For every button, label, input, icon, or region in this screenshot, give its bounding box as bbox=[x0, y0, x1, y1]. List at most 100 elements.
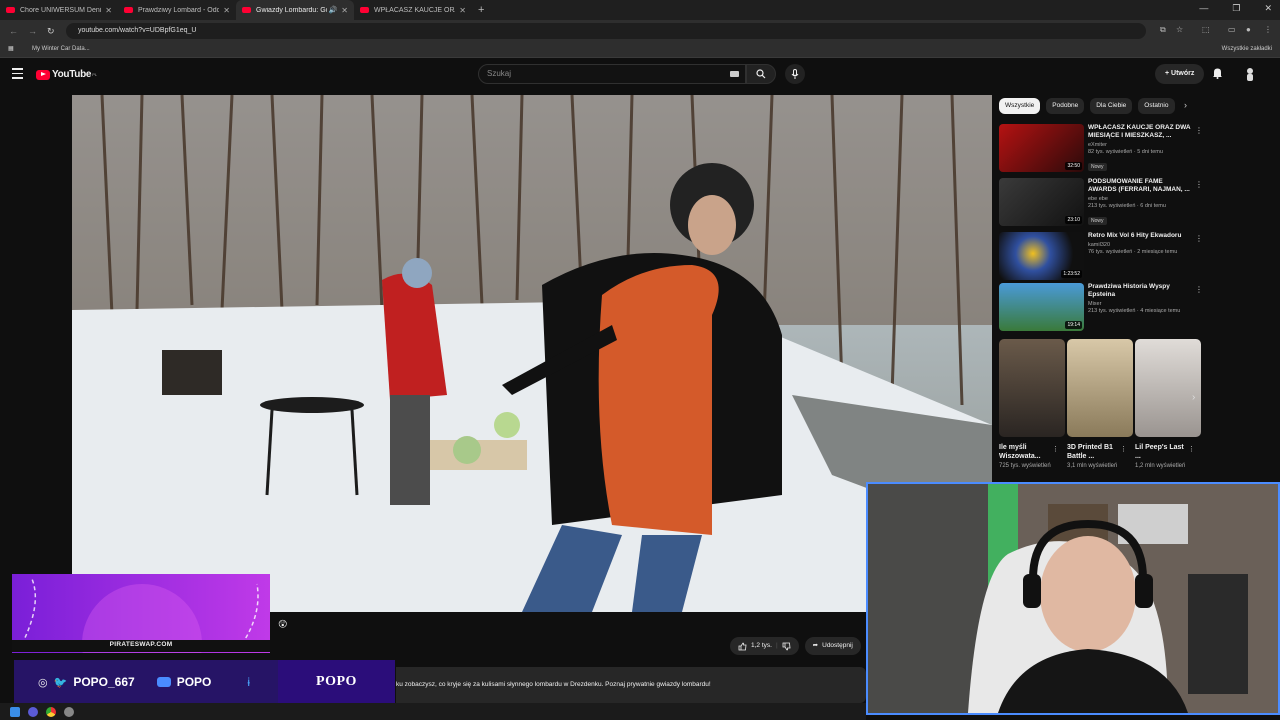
minimize-icon[interactable]: — bbox=[1199, 3, 1208, 14]
create-button[interactable]: + Utwórz bbox=[1155, 64, 1205, 84]
more-options-icon[interactable]: ⋮ bbox=[1195, 126, 1203, 135]
chip-related[interactable]: Podobne bbox=[1046, 98, 1085, 114]
channel-name[interactable]: kamil320 bbox=[1088, 242, 1192, 248]
new-badge: Nowy bbox=[1088, 217, 1107, 225]
profile-icon[interactable]: ● bbox=[1246, 25, 1251, 34]
recommendation-item[interactable]: 1:23:52 Retro Mix Vol 6 Hity Ekwadoru ka… bbox=[999, 232, 1209, 282]
channel-name[interactable]: Mixer bbox=[1088, 301, 1192, 307]
chip-all[interactable]: Wszystkie bbox=[999, 98, 1041, 114]
short-title[interactable]: Ile myśli Wiszowata... bbox=[999, 443, 1053, 461]
video-description[interactable]: ku zobaczysz, co kryje się za kulisami s… bbox=[396, 667, 866, 703]
youtube-favicon-icon bbox=[6, 7, 15, 13]
youtube-play-icon bbox=[36, 69, 50, 80]
short-title[interactable]: 3D Printed B1 Battle ... bbox=[1067, 443, 1121, 461]
share-button[interactable]: ➦ Udostępnij bbox=[804, 637, 861, 655]
brand-name: POPO bbox=[278, 660, 395, 704]
video-thumbnail[interactable]: 1:23:52 bbox=[999, 232, 1084, 280]
browser-tab[interactable]: WPŁACASZ KAUCJE ORAZ DWA✕ bbox=[354, 0, 472, 20]
sidebar-icon[interactable]: ▭ bbox=[1228, 25, 1236, 34]
microphone-icon bbox=[791, 69, 799, 79]
windows-start-icon[interactable] bbox=[10, 706, 20, 717]
more-options-icon[interactable]: ⋮ bbox=[1188, 445, 1195, 453]
video-stats: 213 tys. wyświetleń · 4 miesiące temu bbox=[1088, 308, 1181, 314]
back-icon[interactable]: ← bbox=[9, 26, 19, 36]
speaker-icon[interactable]: 🔊 bbox=[329, 6, 338, 14]
close-tab-icon[interactable]: ✕ bbox=[341, 6, 348, 15]
bookmark-item[interactable]: My Winter Car Data... bbox=[32, 46, 90, 52]
recommendation-item[interactable]: 32:50 WPŁACASZ KAUCJE ORAZ DWA MIESIĄCE … bbox=[999, 124, 1209, 174]
video-title[interactable]: Prawdziwa Historia Wyspy Epsteina bbox=[1088, 283, 1192, 299]
video-title[interactable]: WPŁACASZ KAUCJE ORAZ DWA MIESIĄCE I MIES… bbox=[1088, 124, 1192, 140]
url-field[interactable]: youtube.com/watch?v=UDBpfG1eq_U bbox=[66, 23, 1146, 39]
short-thumbnail[interactable] bbox=[1067, 339, 1133, 437]
notifications-bell-icon[interactable] bbox=[1212, 67, 1223, 79]
promo-site: PIRATESWAP.COM bbox=[12, 640, 270, 652]
chevron-right-icon[interactable]: › bbox=[1184, 100, 1187, 110]
more-options-icon[interactable]: ⋮ bbox=[1195, 285, 1203, 294]
app-icon[interactable] bbox=[64, 706, 74, 717]
close-tab-icon[interactable]: ✕ bbox=[223, 6, 230, 15]
voice-search-button[interactable] bbox=[785, 64, 805, 84]
video-thumbnail[interactable]: 32:50 bbox=[999, 124, 1084, 172]
youtube-favicon-icon bbox=[360, 7, 369, 13]
short-thumbnail[interactable] bbox=[999, 339, 1065, 437]
short-item[interactable]: Lil Peep's Last ... 1,2 mln wyświetleń ⋮ bbox=[1135, 339, 1201, 469]
extensions-icon[interactable]: ⬚ bbox=[1202, 25, 1210, 34]
new-tab-icon[interactable]: + bbox=[478, 4, 484, 16]
webcam-feed bbox=[866, 482, 1280, 715]
address-bar-row: ← → ↻ youtube.com/watch?v=UDBpfG1eq_U ⧉ … bbox=[0, 20, 1280, 42]
search-icon bbox=[756, 69, 766, 79]
thumbs-down-icon[interactable] bbox=[782, 642, 791, 651]
search-button[interactable] bbox=[746, 64, 776, 84]
kick-icon: ɨ bbox=[247, 675, 251, 689]
video-thumbnail[interactable]: 19:14 bbox=[999, 283, 1084, 331]
chrome-icon[interactable] bbox=[46, 706, 56, 717]
reload-icon[interactable]: ↻ bbox=[47, 26, 57, 37]
channel-name[interactable]: eXmiter bbox=[1088, 142, 1192, 148]
video-title[interactable]: Retro Mix Vol 6 Hity Ekwadoru bbox=[1088, 232, 1192, 240]
short-item[interactable]: Ile myśli Wiszowata... 725 tys. wyświetl… bbox=[999, 339, 1065, 469]
social-handle: POPO_667 bbox=[73, 675, 135, 689]
app-icon[interactable] bbox=[28, 706, 38, 717]
shorts-shelf: Ile myśli Wiszowata... 725 tys. wyświetl… bbox=[999, 339, 1204, 479]
recommendation-item[interactable]: 23:10 PODSUMOWANIE FAME AWARDS (FERRARI,… bbox=[999, 178, 1209, 228]
channel-name[interactable]: ebe ebe bbox=[1088, 196, 1192, 202]
browser-tab[interactable]: Prawdziwy Lombard - Odcinek✕ bbox=[118, 0, 236, 20]
bookmarks-bar: ▦ My Winter Car Data... Wszystkie zakład… bbox=[0, 42, 1280, 58]
short-item[interactable]: 3D Printed B1 Battle ... 3,1 mln wyświet… bbox=[1067, 339, 1133, 469]
short-title[interactable]: Lil Peep's Last ... bbox=[1135, 443, 1189, 461]
video-title[interactable]: PODSUMOWANIE FAME AWARDS (FERRARI, NAJMA… bbox=[1088, 178, 1192, 194]
star-icon[interactable]: ☆ bbox=[1176, 25, 1183, 34]
like-button[interactable]: 1,2 tys. | bbox=[730, 637, 799, 655]
close-window-icon[interactable]: ✕ bbox=[1264, 3, 1272, 14]
chevron-right-icon[interactable]: › bbox=[1192, 392, 1195, 403]
video-thumbnail[interactable]: 23:10 bbox=[999, 178, 1084, 226]
install-icon[interactable]: ⧉ bbox=[1160, 25, 1166, 35]
chip-recent[interactable]: Ostatnio bbox=[1138, 98, 1175, 114]
menu-icon[interactable]: ⋮ bbox=[1264, 25, 1272, 34]
more-options-icon[interactable]: ⋮ bbox=[1052, 445, 1059, 453]
all-bookmarks[interactable]: Wszystkie zakładki bbox=[1222, 46, 1272, 52]
search-input[interactable]: Szukaj bbox=[478, 64, 746, 84]
browser-tab-bar: Chore UNIWERSUM Denisa Zal✕ Prawdziwy Lo… bbox=[0, 0, 1280, 20]
close-tab-icon[interactable]: ✕ bbox=[459, 6, 466, 15]
apps-icon[interactable]: ▦ bbox=[8, 45, 14, 52]
more-options-icon[interactable]: ⋮ bbox=[1195, 180, 1203, 189]
video-player[interactable] bbox=[72, 95, 992, 612]
close-tab-icon[interactable]: ✕ bbox=[105, 6, 112, 15]
short-thumbnail[interactable] bbox=[1135, 339, 1201, 437]
forward-icon[interactable]: → bbox=[28, 26, 38, 36]
recommendation-item[interactable]: 19:14 Prawdziwa Historia Wyspy Epsteina … bbox=[999, 283, 1209, 333]
os-taskbar bbox=[0, 703, 866, 720]
maximize-icon[interactable]: ❐ bbox=[1232, 3, 1240, 14]
hamburger-menu-icon[interactable] bbox=[12, 68, 23, 82]
webcam-frame bbox=[868, 484, 1278, 713]
more-options-icon[interactable]: ⋮ bbox=[1195, 234, 1203, 243]
chip-for-you[interactable]: Dla Ciebie bbox=[1090, 98, 1133, 114]
account-avatar-icon[interactable] bbox=[1244, 67, 1256, 81]
youtube-logo[interactable]: YouTube PL bbox=[36, 69, 97, 80]
browser-tab[interactable]: Chore UNIWERSUM Denisa Zal✕ bbox=[0, 0, 118, 20]
browser-tab-active[interactable]: Gwiazdy Lombardu: Gotuje🔊✕ bbox=[236, 0, 354, 20]
keyboard-icon[interactable] bbox=[730, 71, 739, 77]
more-options-icon[interactable]: ⋮ bbox=[1120, 445, 1127, 453]
